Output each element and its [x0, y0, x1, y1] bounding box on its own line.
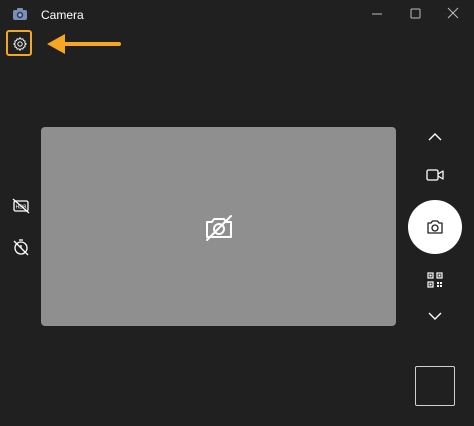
- title-bar: Camera: [0, 0, 474, 30]
- qr-code-button[interactable]: [425, 270, 445, 290]
- hdr-toggle-button[interactable]: HDR: [11, 196, 31, 216]
- camera-preview: [41, 127, 396, 326]
- chevron-up-icon: [428, 133, 442, 141]
- settings-button[interactable]: [6, 30, 32, 56]
- maximize-button[interactable]: [404, 4, 426, 24]
- timer-off-icon: [13, 239, 29, 256]
- minimize-button[interactable]: [366, 4, 388, 24]
- timer-button[interactable]: [11, 237, 31, 257]
- hdr-off-icon: HDR: [12, 198, 30, 214]
- window-title: Camera: [41, 8, 84, 22]
- last-capture-thumbnail[interactable]: [415, 366, 455, 406]
- camera-app-icon: [12, 6, 28, 22]
- scroll-down-button[interactable]: [425, 306, 445, 326]
- close-icon: [447, 7, 459, 19]
- camera-off-icon: [206, 215, 232, 241]
- video-mode-button[interactable]: [425, 165, 445, 185]
- scroll-up-button[interactable]: [425, 127, 445, 147]
- photo-shutter-button[interactable]: [408, 200, 462, 254]
- chevron-down-icon: [428, 312, 442, 320]
- photo-shutter-icon: [427, 220, 443, 234]
- video-mode-icon: [426, 169, 444, 181]
- annotation-arrow: [47, 34, 121, 54]
- close-button[interactable]: [442, 4, 464, 24]
- gear-icon: [13, 37, 27, 51]
- qr-code-icon: [427, 272, 443, 288]
- minimize-icon: [372, 13, 382, 15]
- maximize-icon: [410, 8, 421, 19]
